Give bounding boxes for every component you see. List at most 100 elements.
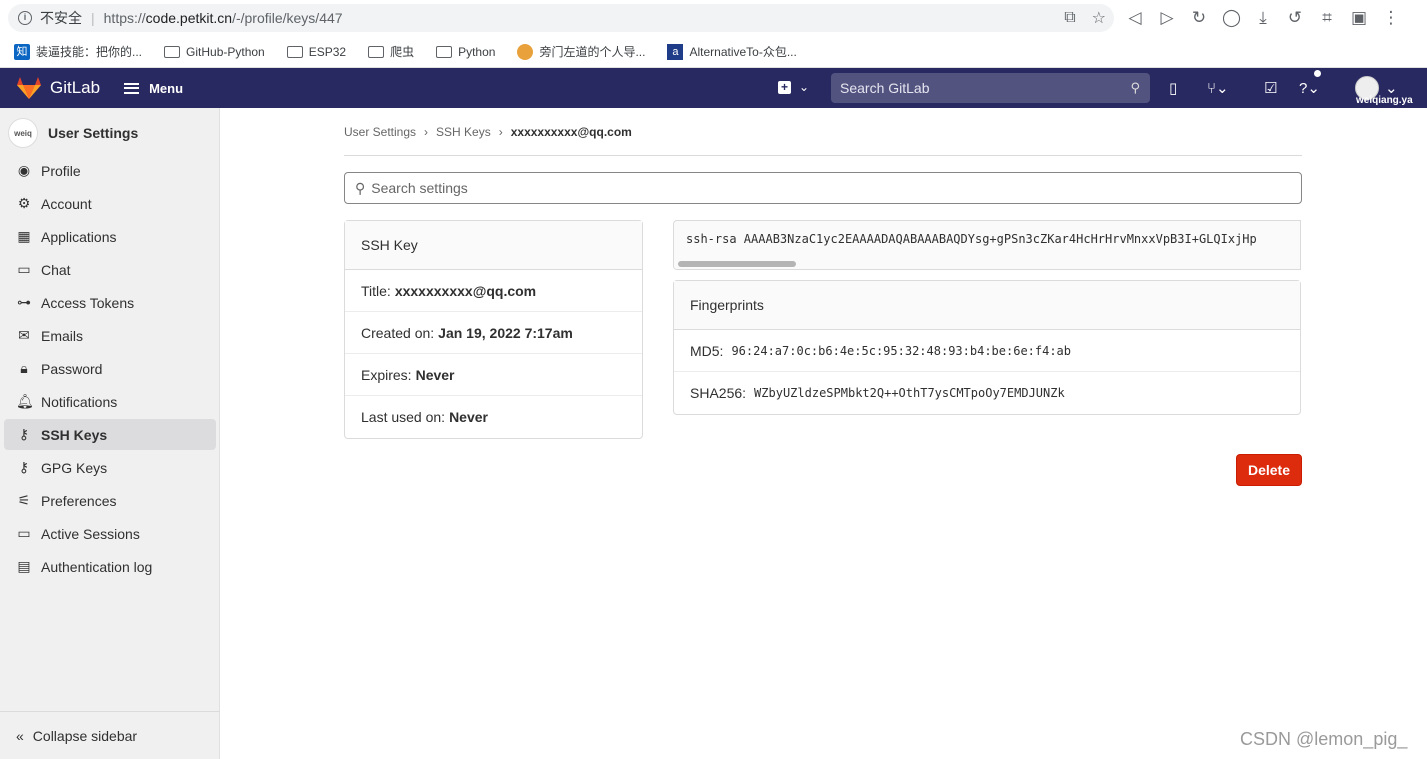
key-icon: ⚷ (18, 426, 30, 442)
info-icon[interactable]: i (18, 11, 32, 25)
sidebar-item-account[interactable]: ⚙ Account (4, 188, 216, 219)
log-icon: ▤ (17, 558, 31, 574)
md5-value: 96:24:a7:0c:b6:4e:5c:95:32:48:93:b4:be:6… (731, 343, 1072, 358)
crop-icon[interactable]: ⌗ (1318, 8, 1336, 28)
bookmarks-bar: 知装逼技能：把你的... GitHub-Python ESP32 爬虫 Pyth… (0, 36, 1427, 68)
todo-icon[interactable]: ☑ (1264, 79, 1277, 97)
account-icon: ⚙ (17, 195, 31, 211)
fingerprints-card: Fingerprints MD5: 96:24:a7:0c:b6:4e:5c:95… (673, 280, 1301, 415)
plus-icon: + (778, 80, 791, 94)
profile-icon: ◉ (17, 162, 31, 178)
bookmark-item[interactable]: GitHub-Python (164, 45, 265, 59)
breadcrumb-current[interactable]: xxxxxxxxxx@qq.com (511, 125, 632, 139)
url-host: code.petkit.cn (145, 10, 233, 26)
menu-button[interactable]: Menu (124, 81, 183, 96)
back-icon[interactable]: ◁ (1126, 8, 1144, 28)
issues-icon[interactable]: ▯ (1169, 79, 1177, 97)
sidebar-item-password[interactable]: 🔒︎ Password (4, 353, 216, 384)
merge-requests-icon[interactable]: ⑂⌄ (1207, 79, 1229, 97)
double-chevron-left-icon: « (16, 728, 24, 744)
watermark: CSDN @lemon_pig_ (1240, 729, 1408, 749)
scrollbar-thumb[interactable] (678, 261, 796, 267)
download-icon[interactable]: ⤓ (1254, 8, 1272, 28)
public-key-text: ssh-rsa AAAAB3NzaC1yc2EAAAADAQABAAABAQDY… (686, 232, 1257, 246)
md5-row: MD5: 96:24:a7:0c:b6:4e:5c:95:32:48:93:b4:… (674, 330, 1300, 372)
new-dropdown[interactable]: + ⌄ (778, 80, 809, 94)
gitlab-logo[interactable]: GitLab (16, 76, 100, 100)
notification-dot (1314, 70, 1321, 77)
browser-toolbar: i 不安全 | https://code.petkit.cn/-/profile… (0, 0, 1427, 36)
bookmark-item[interactable]: ESP32 (286, 45, 346, 59)
sidebar-item-ssh-keys[interactable]: ⚷ SSH Keys (4, 419, 216, 450)
help-icon[interactable]: ?⌄ (1299, 79, 1320, 97)
sidebar-item-applications[interactable]: ▦ Applications (4, 221, 216, 252)
search-gitlab-input[interactable]: Search GitLab ⚲ (831, 73, 1150, 103)
address-bar[interactable]: i 不安全 | https://code.petkit.cn/-/profile… (8, 4, 1114, 32)
card-header: Fingerprints (674, 281, 1300, 330)
insecure-label: 不安全 (40, 10, 82, 26)
more-icon[interactable]: ⋮ (1382, 8, 1400, 28)
username-label: weiqiang.ya (1356, 95, 1413, 106)
sidebar-item-chat[interactable]: ▭ Chat (4, 254, 216, 285)
profile-icon[interactable]: ◯ (1222, 8, 1241, 28)
url-prefix: https:// (103, 10, 146, 26)
sidebar-item-emails[interactable]: ✉ Emails (4, 320, 216, 351)
sha256-value: WZbyUZldzeSPMbkt2Q++OthT7ysCMTpoOy7EMDJU… (754, 386, 1065, 400)
divider (0, 711, 220, 712)
history-icon[interactable]: ↺ (1286, 8, 1304, 28)
sidebar-item-active-sessions[interactable]: ▭ Active Sessions (4, 518, 216, 549)
bookmark-item[interactable]: 爬虫 (368, 43, 414, 60)
sidebar-item-preferences[interactable]: ⚟ Preferences (4, 485, 216, 516)
sidebar-item-notifications[interactable]: 🔔︎ Notifications (4, 386, 216, 417)
sidebar-item-authentication-log[interactable]: ▤ Authentication log (4, 551, 216, 582)
sidebar-title: User Settings (48, 125, 139, 141)
sidebar-nav: ◉ Profile ⚙ Account ▦ Applications ▭ Chat ⊶ A… (4, 155, 216, 584)
bell-icon: 🔔︎ (16, 393, 34, 409)
star-icon[interactable]: ☆ (1092, 8, 1106, 28)
divider (344, 155, 1302, 156)
zhihu-icon: 知 (14, 43, 30, 60)
bookmark-item[interactable]: 知装逼技能：把你的... (14, 43, 142, 60)
bookmark-item[interactable]: a AlternativeTo-众包... (667, 43, 797, 60)
delete-button[interactable]: Delete (1236, 454, 1302, 486)
breadcrumb: User Settings › SSH Keys › xxxxxxxxxx@qq… (344, 125, 632, 139)
sidebar-item-profile[interactable]: ◉ Profile (4, 155, 216, 186)
sha256-row: SHA256: WZbyUZldzeSPMbkt2Q++OthT7ysCMTpoO… (690, 385, 1065, 401)
token-icon: ⊶ (17, 294, 31, 310)
chevron-right-icon: › (424, 125, 429, 139)
horizontal-scrollbar[interactable] (674, 258, 1300, 269)
collapse-sidebar-button[interactable]: « Collapse sidebar (4, 721, 216, 751)
search-settings-input[interactable]: ⚲ Search settings (344, 172, 1302, 204)
applications-icon: ▦ (17, 228, 31, 244)
monitor-icon: ▭ (17, 525, 31, 541)
breadcrumb-item[interactable]: SSH Keys (436, 125, 491, 139)
public-key-block[interactable]: ssh-rsa AAAAB3NzaC1yc2EAAAADAQABAAABAQDY… (673, 220, 1301, 270)
key-icon: ⚷ (18, 459, 30, 475)
search-icon: ⚲ (1130, 80, 1140, 95)
gitlab-topnav: GitLab Menu + ⌄ Search GitLab ⚲ ▯ ⑂⌄ ☑ ?… (0, 68, 1427, 108)
mail-icon: ✉ (18, 327, 30, 343)
breadcrumb-item[interactable]: User Settings (344, 125, 416, 139)
key-title-row: Title: xxxxxxxxxx@qq.com (345, 270, 642, 312)
forward-icon[interactable]: ▷ (1158, 8, 1176, 28)
brand-name: GitLab (50, 78, 101, 97)
bookmark-item[interactable]: 旁门左道的个人导... (517, 43, 645, 60)
bookmark-item[interactable]: Python (436, 45, 495, 59)
folder-icon (286, 45, 303, 58)
lock-icon: 🔒︎ (20, 360, 28, 376)
sidebar-item-access-tokens[interactable]: ⊶ Access Tokens (4, 287, 216, 318)
key-created-row: Created on: Jan 19, 2022 7:17am (345, 312, 642, 354)
image-icon[interactable]: ▣ (1350, 8, 1368, 28)
card-header: SSH Key (345, 221, 642, 270)
reload-icon[interactable]: ↻ (1190, 8, 1208, 28)
ssh-key-card: SSH Key Title: xxxxxxxxxx@qq.com Created … (344, 220, 643, 439)
hamburger-icon (124, 82, 140, 94)
translate-icon[interactable]: ⧉ (1064, 9, 1075, 27)
chevron-down-icon: ⌄ (799, 80, 810, 94)
search-icon: ⚲ (355, 179, 366, 196)
avatar: weiq (8, 118, 38, 148)
sidebar-header[interactable]: weiq User Settings (8, 118, 138, 148)
folder-icon (436, 45, 453, 58)
divider: | (91, 10, 95, 26)
sidebar-item-gpg-keys[interactable]: ⚷ GPG Keys (4, 452, 216, 483)
